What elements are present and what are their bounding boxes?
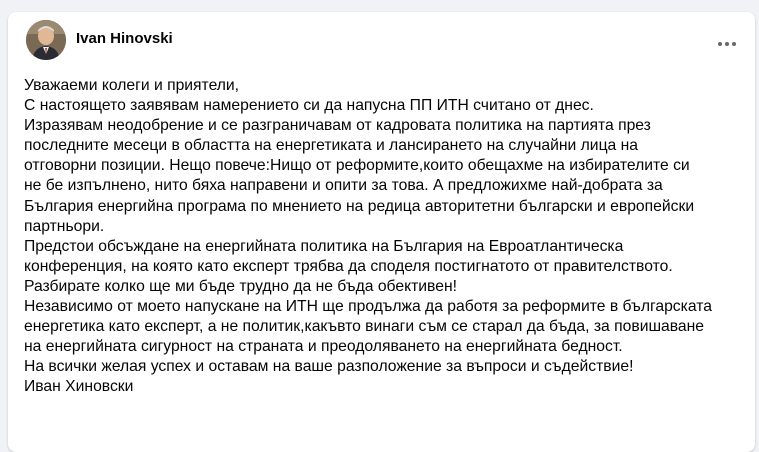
post-line: Уважаеми колеги и приятели, [24,77,240,94]
post-line: на енергийната сигурност на страната и п… [24,338,623,356]
post-card: Ivan Hinovski Уважаеми колеги и приятели… [8,12,755,452]
post-line: България енергийна програма по мнението … [24,197,695,215]
post-line: Независимо от моето напускане на ИТН ще … [24,298,712,316]
post-line: Иван Хиновски [24,378,134,396]
post-line: На всички желая успех и оставам на ваше … [24,358,634,376]
post-line: енергетика като експерт, а не политик,ка… [24,318,705,336]
author-name[interactable]: Ivan Hinovski [76,30,173,47]
profile-photo-icon [26,20,66,60]
post-body: Уважаеми колеги и приятели, С настоящето… [24,76,749,398]
more-options-button[interactable] [713,34,741,54]
post-line: отговорни позиции. Нещо повече:Нищо от р… [24,157,690,175]
post-line: последните месеци в областта на енергети… [24,137,639,155]
post-line: Разбирате колко ще ми бъде трудно да не … [24,277,457,295]
post-header: Ivan Hinovski [26,20,173,64]
more-horizontal-icon [718,42,736,46]
post-line: конференция, на която като експерт трябв… [24,257,673,275]
author-avatar[interactable] [26,20,66,60]
post-line: С настоящето заявявам намерението си да … [24,97,594,115]
post-line: не бе изпълнено, нито бяха направени и о… [24,177,663,195]
post-line: Предстои обсъждане на енергийната полити… [24,237,624,255]
post-line: партньори. [24,217,105,235]
post-line: Изразявам неодобрение и се разграничавам… [24,117,651,135]
